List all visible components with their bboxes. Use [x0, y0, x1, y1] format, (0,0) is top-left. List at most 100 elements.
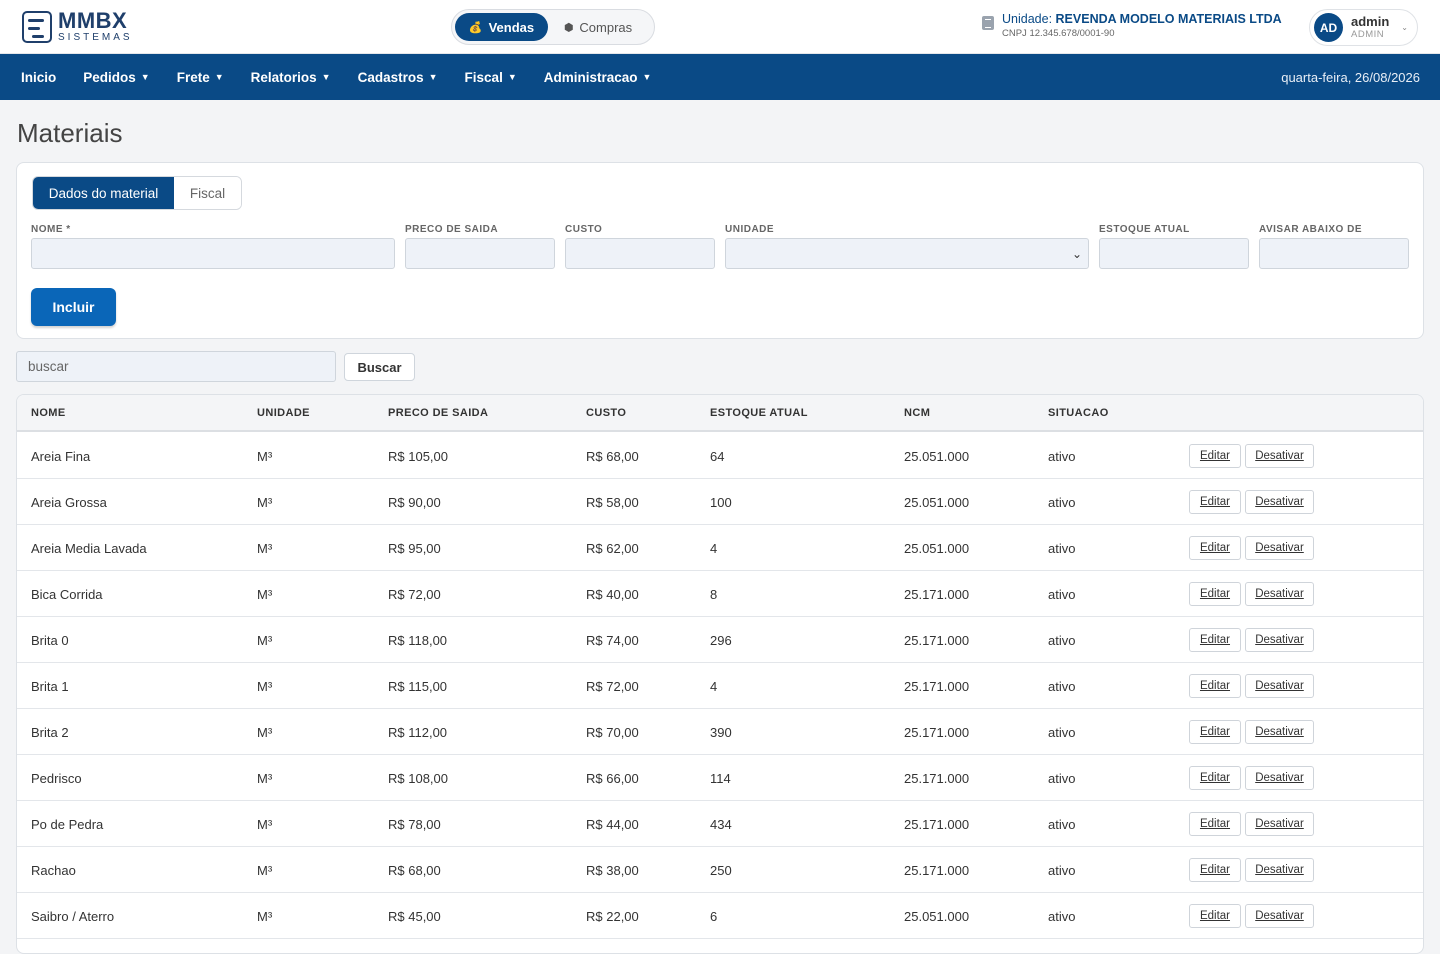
- money-bag-icon: 💰: [468, 21, 483, 34]
- cell-estoque: 390: [710, 725, 732, 740]
- nav-item-cadastros[interactable]: Cadastros ▼: [358, 70, 438, 85]
- cell-preco: R$ 45,00: [388, 909, 441, 924]
- edit-button[interactable]: Editar: [1189, 812, 1241, 836]
- preco-saida-field[interactable]: [405, 238, 555, 269]
- cell-nome: Brita 0: [31, 633, 69, 648]
- cell-custo: R$ 58,00: [586, 495, 639, 510]
- edit-button[interactable]: Editar: [1189, 444, 1241, 468]
- deactivate-button[interactable]: Desativar: [1245, 628, 1314, 652]
- unidade-select[interactable]: ⌄: [725, 238, 1089, 269]
- estoque-atual-field[interactable]: [1099, 238, 1249, 269]
- cell-unidade: M³: [257, 909, 273, 924]
- mode-toggle: 💰 Vendas ⬢ Compras: [451, 9, 655, 45]
- cell-unidade: M³: [257, 863, 273, 878]
- search-input[interactable]: buscar: [16, 351, 336, 382]
- unit-prefix: Unidade:: [1002, 12, 1053, 26]
- col-header-estoque[interactable]: ESTOQUE ATUAL: [710, 407, 808, 419]
- cell-nome: Brita 1: [31, 679, 69, 694]
- unit-name: REVENDA MODELO MATERIAIS LTDA: [1055, 12, 1282, 26]
- table-row: Pedrisco M³ R$ 108,00 R$ 66,00 114 25.171.000…: [17, 755, 1423, 801]
- nav-item-administracao[interactable]: Administracao ▼: [544, 70, 652, 85]
- edit-button[interactable]: Editar: [1189, 536, 1241, 560]
- cell-preco: R$ 78,00: [388, 817, 441, 832]
- nav-item-frete[interactable]: Frete ▼: [177, 70, 224, 85]
- unit-cnpj: CNPJ 12.345.678/0001-90: [1002, 28, 1115, 39]
- nav-item-inicio[interactable]: Inicio: [21, 70, 56, 85]
- top-header: MMBX SISTEMAS 💰 Vendas ⬢ Compras Unidade…: [0, 0, 1440, 54]
- avisar-abaixo-field[interactable]: [1259, 238, 1409, 269]
- tab-fiscal[interactable]: Fiscal: [174, 177, 241, 209]
- deactivate-button[interactable]: Desativar: [1245, 858, 1314, 882]
- avatar: AD: [1314, 13, 1343, 42]
- cell-estoque: 434: [710, 817, 732, 832]
- deactivate-button[interactable]: Desativar: [1245, 812, 1314, 836]
- custo-field[interactable]: [565, 238, 715, 269]
- col-header-preco[interactable]: PRECO DE SAIDA: [388, 407, 488, 419]
- brand-logo[interactable]: MMBX SISTEMAS: [22, 10, 133, 43]
- col-header-situacao[interactable]: SITUACAO: [1048, 407, 1109, 419]
- cell-unidade: M³: [257, 725, 273, 740]
- caret-down-icon: ▼: [642, 72, 652, 82]
- deactivate-button[interactable]: Desativar: [1245, 904, 1314, 928]
- cell-situacao: ativo: [1048, 633, 1076, 648]
- nav-item-pedidos[interactable]: Pedidos ▼: [83, 70, 149, 85]
- table-row: Areia Media Lavada M³ R$ 95,00 R$ 62,00 4 25.…: [17, 525, 1423, 571]
- materials-table: NOME UNIDADE PRECO DE SAIDA CUSTO ESTOQU…: [16, 394, 1424, 954]
- col-header-nome[interactable]: NOME: [31, 407, 66, 419]
- mode-compras-label: Compras: [579, 19, 633, 35]
- edit-button[interactable]: Editar: [1189, 490, 1241, 514]
- mode-vendas-label: Vendas: [488, 19, 535, 35]
- logo-icon: [22, 10, 52, 43]
- col-header-ncm[interactable]: NCM: [904, 407, 930, 419]
- cell-ncm: 25.171.000: [904, 679, 970, 694]
- caret-down-icon: ▼: [214, 72, 224, 82]
- cell-preco: R$ 95,00: [388, 541, 441, 556]
- table-row: Bica Corrida M³ R$ 72,00 R$ 40,00 8 25.171.00…: [17, 571, 1423, 617]
- mode-vendas-button[interactable]: 💰 Vendas: [455, 13, 548, 41]
- incluir-button[interactable]: Incluir: [31, 288, 116, 326]
- nav-item-relatorios[interactable]: Relatorios ▼: [251, 70, 331, 85]
- preco-saida-label: PRECO DE SAIDA: [405, 224, 499, 235]
- user-role: ADMIN: [1351, 29, 1385, 41]
- deactivate-button[interactable]: Desativar: [1245, 444, 1314, 468]
- search-button[interactable]: Buscar: [344, 353, 415, 381]
- cell-preco: R$ 115,00: [388, 679, 448, 694]
- cell-nome: Brita 2: [31, 725, 69, 740]
- edit-button[interactable]: Editar: [1189, 582, 1241, 606]
- cell-ncm: 25.171.000: [904, 771, 970, 786]
- tab-dados-do-material[interactable]: Dados do material: [33, 177, 174, 209]
- main-nav: Inicio Pedidos ▼ Frete ▼ Relatorios ▼ Cadas…: [0, 54, 1440, 100]
- col-header-unidade[interactable]: UNIDADE: [257, 407, 310, 419]
- deactivate-button[interactable]: Desativar: [1245, 720, 1314, 744]
- cell-situacao: ativo: [1048, 449, 1076, 464]
- nav-item-fiscal[interactable]: Fiscal ▼: [465, 70, 517, 85]
- nav-label: Administracao: [543, 69, 638, 85]
- cell-custo: R$ 74,00: [586, 633, 639, 648]
- user-menu[interactable]: AD admin ADMIN ⌄: [1309, 9, 1418, 46]
- edit-button[interactable]: Editar: [1189, 628, 1241, 652]
- cell-ncm: 25.171.000: [904, 863, 970, 878]
- deactivate-button[interactable]: Desativar: [1245, 490, 1314, 514]
- edit-button[interactable]: Editar: [1189, 904, 1241, 928]
- edit-button[interactable]: Editar: [1189, 674, 1241, 698]
- deactivate-button[interactable]: Desativar: [1245, 582, 1314, 606]
- deactivate-button[interactable]: Desativar: [1245, 536, 1314, 560]
- table-row: Brita 0 M³ R$ 118,00 R$ 74,00 296 25.171.000 a…: [17, 617, 1423, 663]
- nome-field[interactable]: [31, 238, 395, 269]
- edit-button[interactable]: Editar: [1189, 858, 1241, 882]
- edit-button[interactable]: Editar: [1189, 766, 1241, 790]
- col-header-custo[interactable]: CUSTO: [586, 407, 626, 419]
- chevron-down-icon: ⌄: [1071, 246, 1082, 261]
- cell-preco: R$ 68,00: [388, 863, 441, 878]
- nav-label: Cadastros: [357, 69, 424, 85]
- cell-nome: Areia Media Lavada: [31, 541, 147, 556]
- cell-unidade: M³: [257, 679, 273, 694]
- table-row: Areia Grossa M³ R$ 90,00 R$ 58,00 100 25.051.…: [17, 479, 1423, 525]
- table-row: Brita 1 M³ R$ 115,00 R$ 72,00 4 25.171.000 ati…: [17, 663, 1423, 709]
- cell-unidade: M³: [257, 541, 273, 556]
- deactivate-button[interactable]: Desativar: [1245, 674, 1314, 698]
- deactivate-button[interactable]: Desativar: [1245, 766, 1314, 790]
- table-header: NOME UNIDADE PRECO DE SAIDA CUSTO ESTOQU…: [17, 395, 1423, 432]
- edit-button[interactable]: Editar: [1189, 720, 1241, 744]
- mode-compras-button[interactable]: ⬢ Compras: [548, 13, 648, 41]
